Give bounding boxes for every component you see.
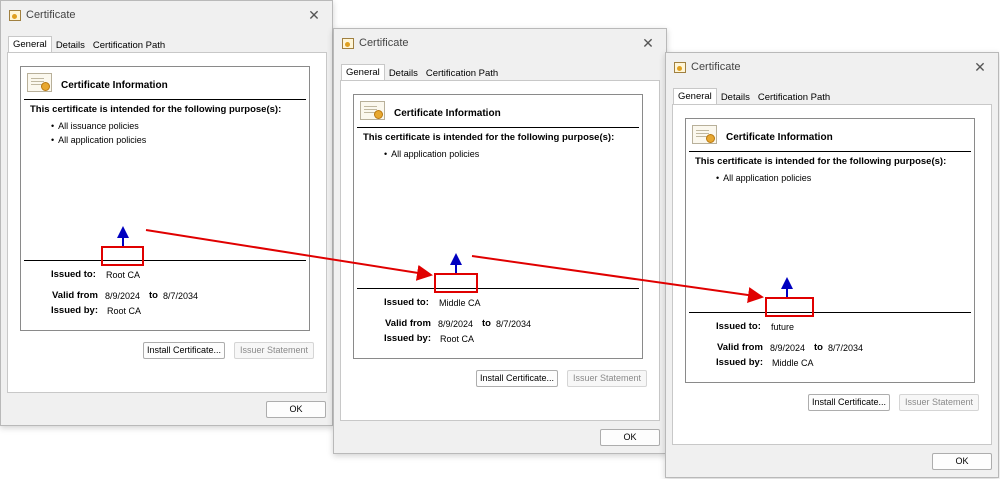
close-icon[interactable]: ✕ [968,57,992,77]
issuer-statement-button[interactable]: Issuer Statement [899,394,979,411]
purpose-list: All application policies [384,147,479,161]
purpose-heading: This certificate is intended for the fol… [363,132,615,143]
issued-by-label: Issued by: [716,357,763,368]
valid-to-value: 8/7/2034 [496,319,532,329]
valid-to-label: to [149,290,158,301]
title-bar: Certificate ✕ [666,53,998,83]
valid-to-value: 8/7/2034 [828,343,864,353]
certificate-icon [360,101,385,120]
purpose-heading: This certificate is intended for the fol… [30,104,282,115]
certificate-window-root: Certificate ✕ General Details Certificatio… [0,0,333,426]
title-bar: Certificate ✕ [1,1,332,31]
window-title: Certificate [359,37,409,49]
purpose-item: All issuance policies [51,119,146,133]
valid-from-value: 8/9/2024 [438,319,474,329]
issued-by-highlight-leaf [765,297,814,317]
tab-general[interactable]: General [673,88,717,105]
issued-by-label: Issued by: [384,333,431,344]
issued-to-value: Root CA [106,270,141,280]
purpose-list: All issuance policies All application po… [51,119,146,147]
close-icon[interactable]: ✕ [636,33,660,53]
valid-from-value: 8/9/2024 [770,343,806,353]
issued-to-label: Issued to: [384,297,429,308]
issued-to-value: future [771,322,795,332]
ok-button[interactable]: OK [932,453,992,470]
valid-from-label: Valid from [717,342,763,353]
certificate-icon [9,10,21,21]
issued-by-highlight-root [101,246,144,266]
general-tab-panel: Certificate Information This certificate… [672,104,992,445]
divider [24,260,306,261]
certificate-icon [27,73,52,92]
valid-to-label: to [482,318,491,329]
issued-to-label: Issued to: [51,269,96,280]
certificate-icon [674,62,686,73]
ok-button[interactable]: OK [600,429,660,446]
issued-by-label: Issued by: [51,305,98,316]
tab-general[interactable]: General [341,64,385,81]
purpose-heading: This certificate is intended for the fol… [695,156,947,167]
certificate-icon [342,38,354,49]
certificate-info-title: Certificate Information [394,108,501,119]
certificate-info-title: Certificate Information [61,80,168,91]
issued-by-highlight-middle [434,273,478,293]
issued-to-label: Issued to: [716,321,761,332]
issued-to-value: Middle CA [439,298,481,308]
ok-button[interactable]: OK [266,401,326,418]
certificate-window-leaf: Certificate ✕ General Details Certificatio… [665,52,999,478]
divider [357,127,639,128]
certificate-icon [692,125,717,144]
divider [357,288,639,289]
tab-strip: General Details Certification Path [673,87,834,105]
divider [24,99,306,100]
divider [689,312,971,313]
purpose-item: All application policies [384,147,479,161]
purpose-item: All application policies [51,133,146,147]
certificate-window-middle: Certificate ✕ General Details Certificatio… [333,28,667,454]
valid-from-label: Valid from [385,318,431,329]
close-icon[interactable]: ✕ [302,5,326,25]
install-certificate-button[interactable]: Install Certificate... [476,370,558,387]
valid-from-value: 8/9/2024 [105,291,141,301]
purpose-item: All application policies [716,171,811,185]
general-tab-panel: Certificate Information This certificate… [7,52,327,393]
valid-to-value: 8/7/2034 [163,291,199,301]
tab-strip: General Details Certification Path [341,63,502,81]
valid-to-label: to [814,342,823,353]
tab-strip: General Details Certification Path [8,35,169,53]
issued-by-value: Root CA [107,306,142,316]
title-bar: Certificate ✕ [334,29,666,59]
divider [689,151,971,152]
issued-by-value: Middle CA [772,358,814,368]
general-tab-panel: Certificate Information This certificate… [340,80,660,421]
install-certificate-button[interactable]: Install Certificate... [808,394,890,411]
issuer-statement-button[interactable]: Issuer Statement [567,370,647,387]
valid-from-label: Valid from [52,290,98,301]
window-title: Certificate [691,61,741,73]
tab-general[interactable]: General [8,36,52,53]
purpose-list: All application policies [716,171,811,185]
issued-by-value: Root CA [440,334,475,344]
install-certificate-button[interactable]: Install Certificate... [143,342,225,359]
issuer-statement-button[interactable]: Issuer Statement [234,342,314,359]
window-title: Certificate [26,9,76,21]
certificate-info-title: Certificate Information [726,132,833,143]
